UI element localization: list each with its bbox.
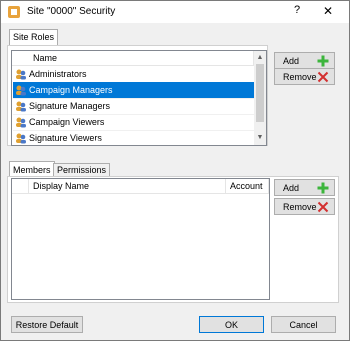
role-label: Campaign Viewers: [29, 117, 105, 127]
ok-button[interactable]: OK: [199, 316, 264, 333]
window-title: Site "0000" Security: [27, 6, 116, 17]
plus-icon: [317, 182, 329, 194]
role-label: Administrators: [29, 69, 87, 79]
restore-default-button[interactable]: Restore Default: [11, 316, 83, 333]
users-icon: [16, 133, 26, 144]
restore-default-label: Restore Default: [15, 320, 79, 330]
ok-label: OK: [224, 320, 238, 330]
column-header-display-name[interactable]: Display Name: [29, 179, 226, 193]
security-dialog: Site "0000" Security ? ✕ Site Roles Name…: [0, 0, 350, 341]
add-member-label: Add: [283, 183, 300, 193]
softpedia-watermark: SOFTPEDIA: [92, 137, 187, 146]
column-header-display-name-label: Display Name: [33, 181, 90, 191]
role-label: Signature Managers: [29, 101, 111, 111]
users-icon: [16, 117, 26, 128]
site-roles-scrollbar[interactable]: ▲ ▼: [254, 51, 266, 145]
title-bar: Site "0000" Security ? ✕: [1, 1, 349, 23]
list-item-campaign-managers[interactable]: Campaign Managers: [13, 82, 254, 99]
column-header-name[interactable]: Name: [29, 51, 254, 65]
members-header: Display Name Account: [12, 179, 269, 194]
role-label: Signature Viewers: [29, 133, 102, 143]
site-roles-list[interactable]: Name Administrators Campaign Managers Si…: [11, 50, 267, 146]
list-item-signature-managers[interactable]: Signature Managers: [13, 98, 254, 115]
users-icon: [16, 69, 26, 80]
site-roles-header: Name: [12, 51, 254, 66]
close-button[interactable]: ✕: [319, 4, 337, 20]
scroll-thumb[interactable]: [256, 64, 264, 122]
plus-icon: [317, 55, 329, 67]
users-icon: [16, 85, 26, 96]
role-label: Campaign Managers: [29, 85, 113, 95]
remove-member-button[interactable]: Remove: [274, 198, 335, 215]
cancel-button[interactable]: Cancel: [271, 316, 336, 333]
remove-role-button[interactable]: Remove: [274, 68, 335, 85]
column-header-name-label: Name: [33, 53, 58, 63]
tab-label: Permissions: [57, 165, 107, 175]
remove-role-label: Remove: [283, 72, 317, 82]
tab-permissions[interactable]: Permissions: [53, 163, 111, 177]
list-item-campaign-viewers[interactable]: Campaign Viewers: [13, 114, 254, 131]
scroll-down-icon[interactable]: ▼: [254, 132, 266, 143]
remove-member-label: Remove: [283, 202, 317, 212]
list-item-administrators[interactable]: Administrators: [13, 66, 254, 83]
tab-site-roles[interactable]: Site Roles: [9, 29, 59, 45]
tab-label: Members: [13, 165, 51, 175]
column-header-account[interactable]: Account: [226, 179, 269, 193]
help-button[interactable]: ?: [290, 4, 304, 20]
users-icon: [16, 101, 26, 112]
scroll-up-icon[interactable]: ▲: [254, 52, 266, 63]
remove-x-icon: [317, 201, 329, 213]
members-list[interactable]: Display Name Account: [11, 178, 270, 300]
column-header-account-label: Account: [230, 181, 263, 191]
cancel-label: Cancel: [289, 320, 318, 330]
tab-label: Site Roles: [13, 32, 55, 42]
add-role-button[interactable]: Add: [274, 52, 335, 69]
site-security-icon: [8, 6, 20, 18]
add-member-button[interactable]: Add: [274, 179, 335, 196]
remove-x-icon: [317, 71, 329, 83]
column-header-icon: [12, 179, 29, 193]
